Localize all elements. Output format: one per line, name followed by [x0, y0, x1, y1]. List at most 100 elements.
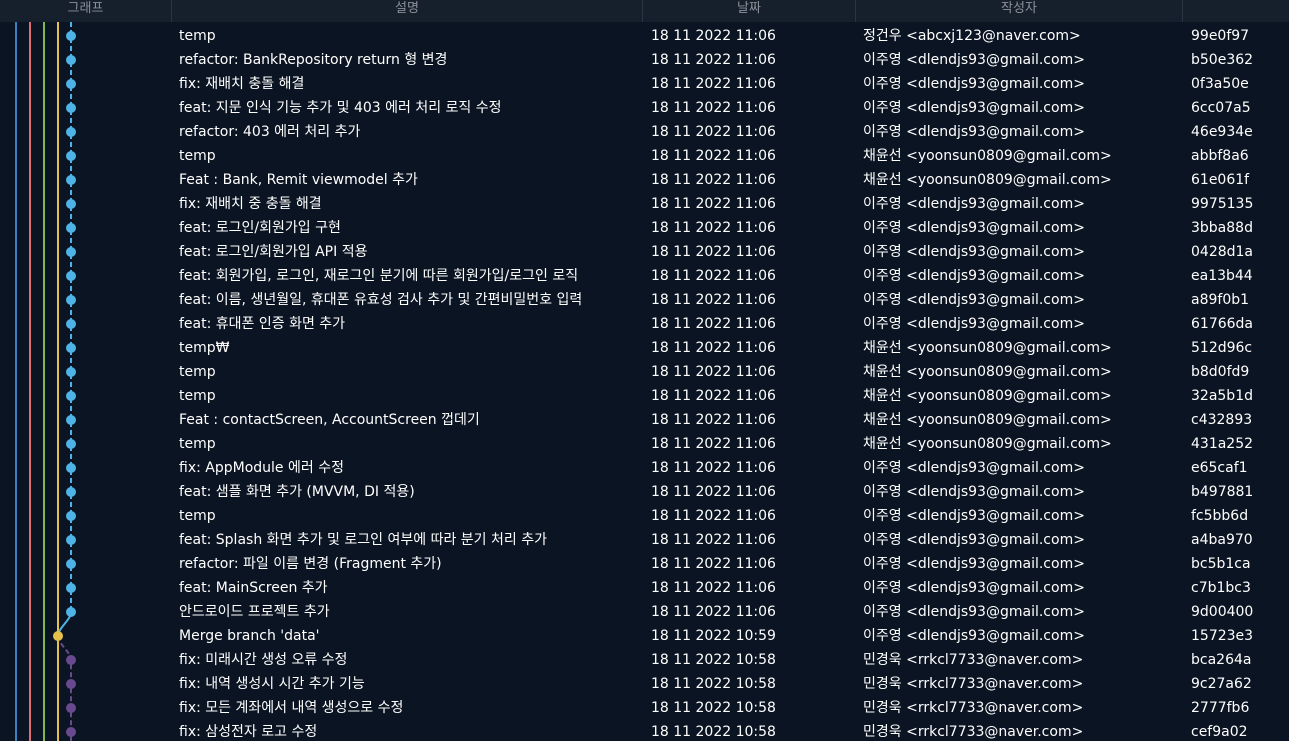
commit-date: 18 11 2022 11:06: [651, 28, 776, 44]
commit-author: 이주영 <dlendjs93@gmail.com>: [863, 484, 1085, 500]
commit-author: 이주영 <dlendjs93@gmail.com>: [863, 316, 1085, 332]
header-author[interactable]: 작성자: [856, 0, 1183, 22]
column-header: 그래프 설명 날짜 작성자: [0, 0, 1289, 23]
commit-date: 18 11 2022 10:58: [651, 676, 776, 692]
commit-row[interactable]: feat: MainScreen 추가 18 11 2022 11:06 이주영 <…: [0, 576, 1289, 600]
commit-hash: abbf8a6: [1191, 148, 1249, 164]
commit-date: 18 11 2022 10:59: [651, 628, 776, 644]
commit-author: 이주영 <dlendjs93@gmail.com>: [863, 100, 1085, 116]
commit-description: feat: 로그인/회원가입 구현: [179, 220, 341, 236]
commit-row[interactable]: temp 18 11 2022 11:06 채윤선 <yoonsun0809@gma…: [0, 432, 1289, 456]
commit-date: 18 11 2022 11:06: [651, 292, 776, 308]
commit-description: fix: 미래시간 생성 오류 수정: [179, 652, 348, 668]
commit-date: 18 11 2022 11:06: [651, 196, 776, 212]
commit-author: 이주영 <dlendjs93@gmail.com>: [863, 556, 1085, 572]
commit-description: temp: [179, 436, 216, 452]
commit-row[interactable]: Feat : Bank, Remit viewmodel 추가 18 11 202…: [0, 168, 1289, 192]
commit-hash: a4ba970: [1191, 532, 1253, 548]
commit-author: 이주영 <dlendjs93@gmail.com>: [863, 220, 1085, 236]
commit-date: 18 11 2022 11:06: [651, 580, 776, 596]
commit-author: 이주영 <dlendjs93@gmail.com>: [863, 532, 1085, 548]
commit-row[interactable]: fix: 재배치 충돌 해결 18 11 2022 11:06 이주영 <dlend…: [0, 72, 1289, 96]
commit-date: 18 11 2022 11:06: [651, 436, 776, 452]
commit-row[interactable]: fix: 삼성전자 로고 수정 18 11 2022 10:58 민경욱 <rrkc…: [0, 720, 1289, 741]
header-date[interactable]: 날짜: [643, 0, 856, 22]
commit-row[interactable]: refactor: 파일 이름 변경 (Fragment 추가) 18 11 20…: [0, 552, 1289, 576]
commit-date: 18 11 2022 11:06: [651, 340, 776, 356]
commit-author: 이주영 <dlendjs93@gmail.com>: [863, 76, 1085, 92]
commit-description: temp: [179, 388, 216, 404]
commit-row[interactable]: feat: 로그인/회원가입 구현 18 11 2022 11:06 이주영 <dl…: [0, 216, 1289, 240]
commit-hash: 3bba88d: [1191, 220, 1253, 236]
commit-author: 채윤선 <yoonsun0809@gmail.com>: [863, 436, 1112, 452]
commit-hash: 2777fb6: [1191, 700, 1250, 716]
commit-description: feat: 샘플 화면 추가 (MVVM, DI 적용): [179, 484, 415, 500]
commit-row[interactable]: refactor: 403 에러 처리 추가 18 11 2022 11:06 이주…: [0, 120, 1289, 144]
commit-author: 이주영 <dlendjs93@gmail.com>: [863, 124, 1085, 140]
commit-description: refactor: 403 에러 처리 추가: [179, 124, 361, 140]
commit-description: Merge branch 'data': [179, 628, 320, 644]
commit-hash: b497881: [1191, 484, 1254, 500]
commit-row[interactable]: fix: 내역 생성시 시간 추가 기능 18 11 2022 10:58 민경욱 …: [0, 672, 1289, 696]
commit-hash: a89f0b1: [1191, 292, 1250, 308]
commit-hash: bc5b1ca: [1191, 556, 1251, 572]
commit-row[interactable]: temp 18 11 2022 11:06 채윤선 <yoonsun0809@gma…: [0, 360, 1289, 384]
commit-description: Feat : contactScreen, AccountScreen 껍데기: [179, 412, 480, 428]
commit-row[interactable]: temp 18 11 2022 11:06 이주영 <dlendjs93@gmail…: [0, 504, 1289, 528]
commit-description: feat: 지문 인식 기능 추가 및 403 에러 처리 로직 수정: [179, 100, 502, 116]
commit-description: refactor: 파일 이름 변경 (Fragment 추가): [179, 556, 442, 572]
commit-row[interactable]: feat: Splash 화면 추가 및 로그인 여부에 따라 분기 처리 추가…: [0, 528, 1289, 552]
commit-author: 이주영 <dlendjs93@gmail.com>: [863, 604, 1085, 620]
commit-date: 18 11 2022 11:06: [651, 388, 776, 404]
commit-author: 민경욱 <rrkcl7733@naver.com>: [863, 652, 1084, 668]
commit-row[interactable]: Merge branch 'data' 18 11 2022 10:59 이주영 <…: [0, 624, 1289, 648]
commit-row[interactable]: temp 18 11 2022 11:06 채윤선 <yoonsun0809@gma…: [0, 144, 1289, 168]
commit-row[interactable]: Feat : contactScreen, AccountScreen 껍데기 1…: [0, 408, 1289, 432]
commit-row[interactable]: refactor: BankRepository return 형 변경 18 1…: [0, 48, 1289, 72]
commit-row[interactable]: feat: 회원가입, 로그인, 재로그인 분기에 따른 회원가입/로그인 로직…: [0, 264, 1289, 288]
commit-row[interactable]: temp₩ 18 11 2022 11:06 채윤선 <yoonsun0809@gm…: [0, 336, 1289, 360]
commit-hash: e65caf1: [1191, 460, 1248, 476]
commit-row[interactable]: feat: 휴대폰 인증 화면 추가 18 11 2022 11:06 이주영 <d…: [0, 312, 1289, 336]
header-hash: [1183, 0, 1289, 22]
commit-row[interactable]: fix: 미래시간 생성 오류 수정 18 11 2022 10:58 민경욱 <r…: [0, 648, 1289, 672]
commit-hash: c432893: [1191, 412, 1253, 428]
commit-hash: 32a5b1d: [1191, 388, 1253, 404]
commit-hash: cef9a02: [1191, 724, 1248, 740]
commit-date: 18 11 2022 11:06: [651, 484, 776, 500]
commit-date: 18 11 2022 11:06: [651, 460, 776, 476]
commit-date: 18 11 2022 11:06: [651, 76, 776, 92]
commit-row[interactable]: feat: 지문 인식 기능 추가 및 403 에러 처리 로직 수정 18 11…: [0, 96, 1289, 120]
header-description[interactable]: 설명: [172, 0, 643, 22]
commit-author: 민경욱 <rrkcl7733@naver.com>: [863, 724, 1084, 740]
commit-row[interactable]: feat: 샘플 화면 추가 (MVVM, DI 적용) 18 11 2022 1…: [0, 480, 1289, 504]
commit-row[interactable]: feat: 로그인/회원가입 API 적용 18 11 2022 11:06 이주영…: [0, 240, 1289, 264]
commit-description: feat: 이름, 생년월일, 휴대폰 유효성 검사 추가 및 간편비밀번호 입…: [179, 292, 583, 308]
header-graph[interactable]: 그래프: [0, 0, 172, 22]
commit-hash: 9975135: [1191, 196, 1254, 212]
commit-date: 18 11 2022 11:06: [651, 244, 776, 260]
commit-date: 18 11 2022 11:06: [651, 52, 776, 68]
commit-hash: b8d0fd9: [1191, 364, 1250, 380]
commit-description: fix: 내역 생성시 시간 추가 기능: [179, 676, 365, 692]
commit-hash: bca264a: [1191, 652, 1252, 668]
commit-row[interactable]: fix: AppModule 에러 수정 18 11 2022 11:06 이주영 …: [0, 456, 1289, 480]
commit-row[interactable]: temp 18 11 2022 11:06 정건우 <abcxj123@naver.…: [0, 24, 1289, 48]
commit-description: fix: 재배치 충돌 해결: [179, 76, 305, 92]
commit-row[interactable]: fix: 재배치 중 충돌 해결 18 11 2022 11:06 이주영 <dle…: [0, 192, 1289, 216]
commit-description: fix: AppModule 에러 수정: [179, 460, 344, 476]
commit-author: 이주영 <dlendjs93@gmail.com>: [863, 508, 1085, 524]
commit-hash: 99e0f97: [1191, 28, 1250, 44]
commit-author: 민경욱 <rrkcl7733@naver.com>: [863, 700, 1084, 716]
commit-row[interactable]: fix: 모든 계좌에서 내역 생성으로 수정 18 11 2022 10:58 민…: [0, 696, 1289, 720]
commit-description: feat: 로그인/회원가입 API 적용: [179, 244, 368, 260]
commit-row[interactable]: 안드로이드 프로젝트 추가 18 11 2022 11:06 이주영 <dlendj…: [0, 600, 1289, 624]
commit-date: 18 11 2022 11:06: [651, 532, 776, 548]
commit-hash: 61e061f: [1191, 172, 1250, 188]
commit-row[interactable]: temp 18 11 2022 11:06 채윤선 <yoonsun0809@gma…: [0, 384, 1289, 408]
git-log-view: 그래프 설명 날짜 작성자 temp 18 11 2022 11:06 정건우 <a…: [0, 0, 1289, 741]
commit-description: feat: MainScreen 추가: [179, 580, 328, 596]
commit-hash: 0f3a50e: [1191, 76, 1249, 92]
commit-author: 채윤선 <yoonsun0809@gmail.com>: [863, 364, 1112, 380]
commit-row[interactable]: feat: 이름, 생년월일, 휴대폰 유효성 검사 추가 및 간편비밀번호 입…: [0, 288, 1289, 312]
